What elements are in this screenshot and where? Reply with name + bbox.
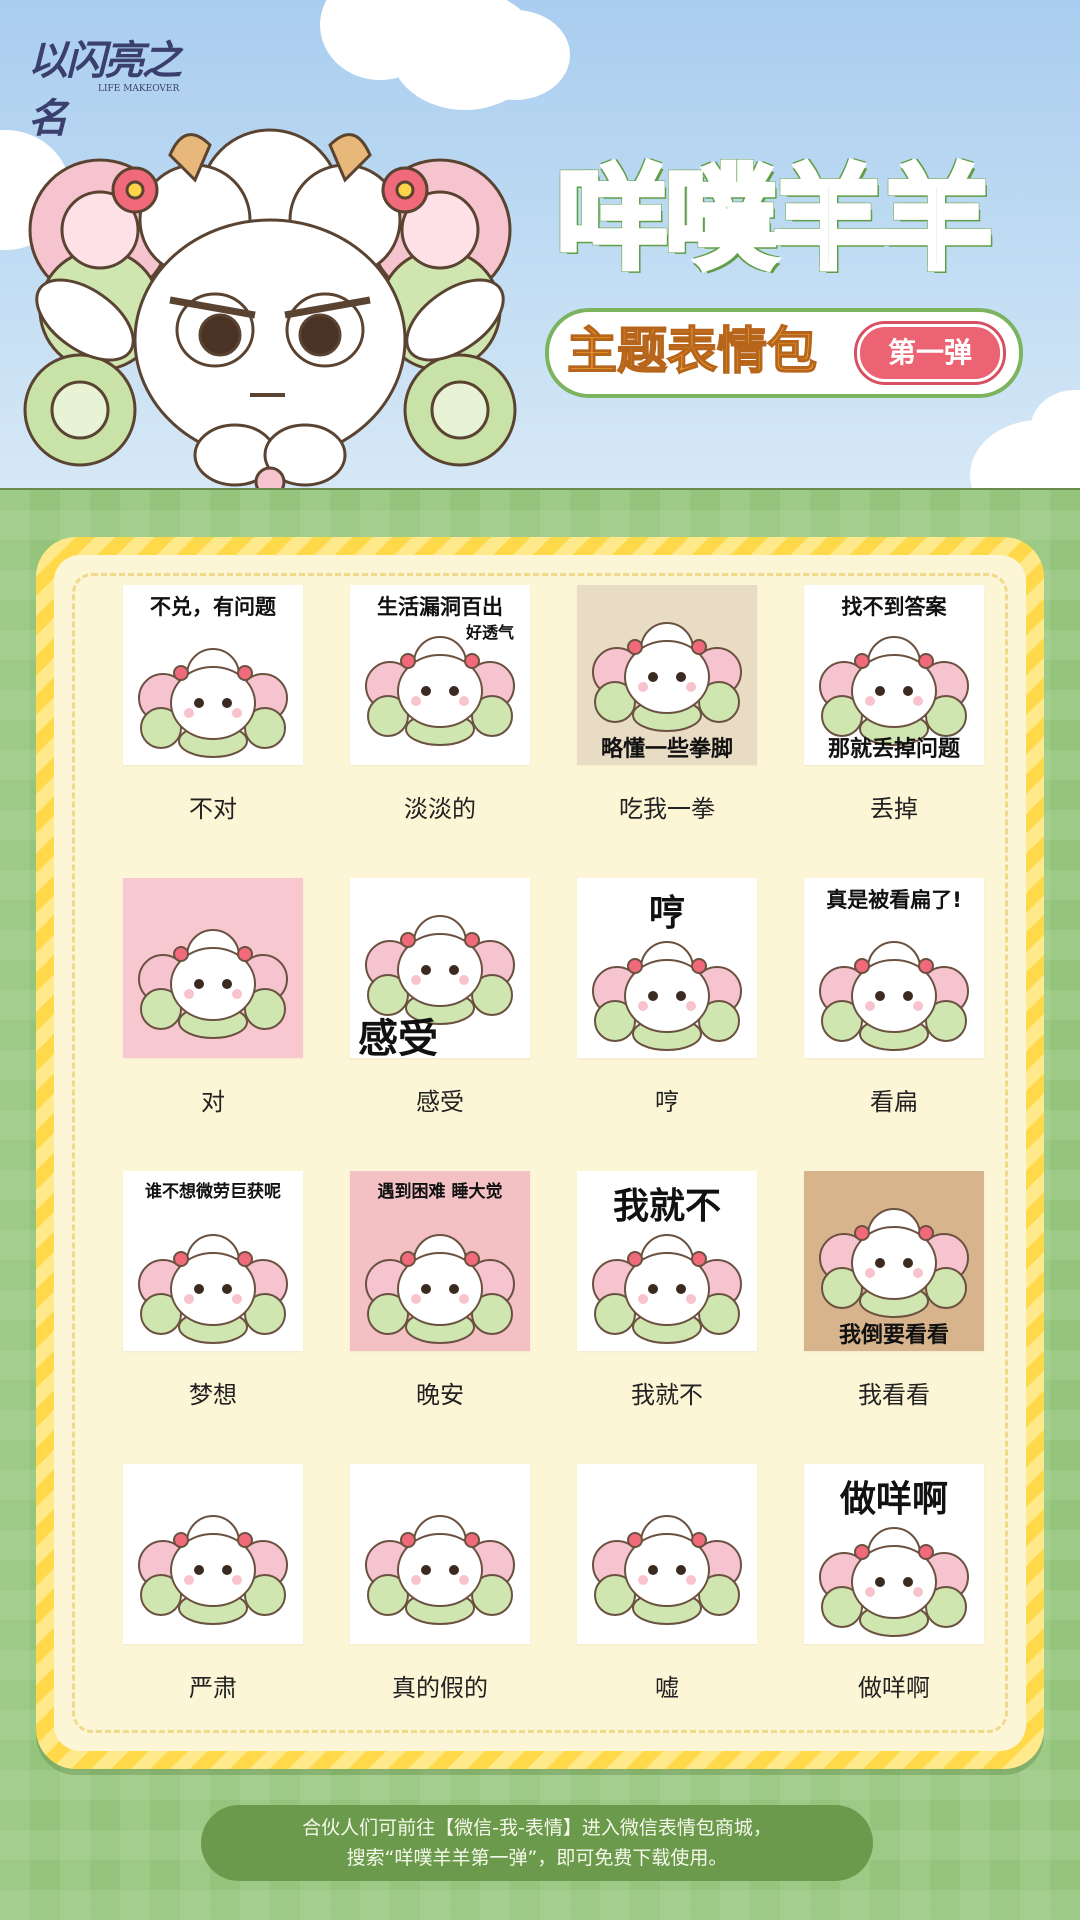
sticker-label: 晚安: [416, 1381, 464, 1409]
edition-badge: 第一弹: [857, 324, 1003, 382]
sticker-caption-top: 真是被看扁了!: [826, 888, 962, 912]
sticker-item[interactable]: 我倒要看看 我看看: [804, 1171, 984, 1410]
sticker-caption-bottom: 感受: [358, 1016, 438, 1058]
sticker-item[interactable]: 真是被看扁了! 看扁: [804, 878, 984, 1117]
sticker-label: 嘘: [655, 1674, 679, 1702]
sticker-label: 淡淡的: [404, 795, 476, 823]
sticker-item[interactable]: 感受 感受: [350, 878, 530, 1117]
sticker-label: 做咩啊: [858, 1674, 930, 1702]
sticker-image[interactable]: [123, 878, 303, 1058]
sticker-image[interactable]: 谁不想微劳巨获呢: [123, 1171, 303, 1351]
sticker-item[interactable]: 我就不 我就不: [577, 1171, 757, 1410]
sticker-caption-bottom: 我倒要看看: [838, 1323, 949, 1348]
sticker-image[interactable]: 做咩啊: [804, 1464, 984, 1644]
sticker-label: 丢掉: [870, 795, 918, 823]
sticker-grid-panel: 不兑，有问题 不对 生活漏洞百出 好透气 淡淡的 略懂一些拳脚 吃我一拳 找不到答案 那就丢掉问…: [36, 537, 1044, 1769]
sticker-item[interactable]: 做咩啊 做咩啊: [804, 1464, 984, 1703]
sticker-image[interactable]: [577, 1464, 757, 1644]
sticker-image[interactable]: 生活漏洞百出好透气: [350, 585, 530, 765]
sticker-label: 我就不: [631, 1381, 703, 1409]
subtitle-banner: 主题表情包 第一弹: [545, 308, 1023, 398]
sticker-item[interactable]: 对: [123, 878, 303, 1117]
sheep-mascot-illustration: [23, 128, 517, 488]
sticker-image[interactable]: 真是被看扁了!: [804, 878, 984, 1058]
sticker-image[interactable]: 感受: [350, 878, 530, 1058]
sticker-image[interactable]: 我倒要看看: [804, 1171, 984, 1351]
sticker-label: 对: [201, 1088, 225, 1116]
sticker-image[interactable]: 哼: [577, 878, 757, 1058]
sticker-label: 看扁: [870, 1088, 918, 1116]
sticker-label: 梦想: [189, 1381, 237, 1409]
sticker-item[interactable]: 嘘: [577, 1464, 757, 1703]
sticker-caption-top: 我就不: [612, 1186, 721, 1227]
sticker-item[interactable]: 找不到答案那就丢掉问题 丢掉: [804, 585, 984, 824]
download-instructions: 合伙人们可前往【微信-我-表情】进入微信表情包商城， 搜索“咩噗羊羊第一弹”，即…: [201, 1805, 873, 1881]
sticker-caption-top: 哼: [648, 893, 685, 934]
game-logo: 以闪亮之名 LIFE MAKEOVER: [28, 28, 188, 142]
sticker-label: 哼: [655, 1088, 679, 1116]
sticker-caption-bottom: 略懂一些拳脚: [600, 737, 733, 762]
sticker-caption-bottom: 那就丢掉问题: [827, 737, 960, 762]
header-banner: 以闪亮之名 LIFE MAKEOVER 咩噗羊羊 主题表情包 第一弹: [0, 0, 1080, 490]
sheep-sticker-icon: [138, 1515, 288, 1625]
cloud: [460, 10, 570, 100]
sticker-image[interactable]: 我就不: [577, 1171, 757, 1351]
sticker-item[interactable]: 哼哼: [577, 878, 757, 1117]
sticker-item[interactable]: 谁不想微劳巨获呢梦想: [123, 1171, 303, 1410]
sticker-pack-subtitle: 主题表情包: [566, 321, 818, 381]
instructions-line-1: 合伙人们可前往【微信-我-表情】进入微信表情包商城，: [302, 1817, 772, 1839]
sticker-caption-top: 谁不想微劳巨获呢: [145, 1182, 281, 1202]
sticker-caption-top: 找不到答案: [841, 595, 947, 619]
sticker-caption-bottom: 好透气: [465, 623, 514, 642]
sticker-caption-top: 不兑，有问题: [150, 595, 276, 619]
logo-subtitle: LIFE MAKEOVER: [98, 84, 180, 94]
sticker-label: 我看看: [858, 1381, 930, 1409]
sticker-image[interactable]: [350, 1464, 530, 1644]
sticker-label: 吃我一拳: [619, 795, 715, 823]
sticker-label: 严肃: [189, 1674, 237, 1702]
sticker-image[interactable]: 找不到答案那就丢掉问题: [804, 585, 984, 765]
sticker-image[interactable]: 遇到困难 睡大觉: [350, 1171, 530, 1351]
sticker-item[interactable]: 严肃: [123, 1464, 303, 1703]
sticker-caption-top: 做咩啊: [839, 1479, 948, 1520]
sticker-image[interactable]: 略懂一些拳脚: [577, 585, 757, 765]
sheep-sticker-icon: [592, 1515, 742, 1625]
sticker-item[interactable]: 遇到困难 睡大觉晚安: [350, 1171, 530, 1410]
instructions-line-2: 搜索“咩噗羊羊第一弹”，即可免费下载使用。: [346, 1847, 728, 1869]
sticker-label: 真的假的: [392, 1674, 488, 1702]
sheep-sticker-icon: [365, 1515, 515, 1625]
sheep-sticker-icon: [138, 929, 288, 1039]
sticker-label: 感受: [416, 1088, 464, 1116]
sticker-image[interactable]: [123, 1464, 303, 1644]
sticker-caption-top: 生活漏洞百出: [377, 595, 503, 619]
sticker-item[interactable]: 略懂一些拳脚 吃我一拳: [577, 585, 757, 824]
sticker-label: 不对: [189, 795, 237, 823]
sticker-pack-title: 咩噗羊羊: [554, 153, 995, 288]
sticker-item[interactable]: 真的假的: [350, 1464, 530, 1703]
sticker-item[interactable]: 不兑，有问题不对: [123, 585, 303, 824]
panel-inner: 不兑，有问题 不对 生活漏洞百出 好透气 淡淡的 略懂一些拳脚 吃我一拳 找不到答案 那就丢掉问…: [54, 555, 1026, 1751]
sticker-item[interactable]: 生活漏洞百出好透气淡淡的: [350, 585, 530, 824]
sticker-caption-top: 遇到困难 睡大觉: [377, 1182, 503, 1202]
sticker-image[interactable]: 不兑，有问题: [123, 585, 303, 765]
